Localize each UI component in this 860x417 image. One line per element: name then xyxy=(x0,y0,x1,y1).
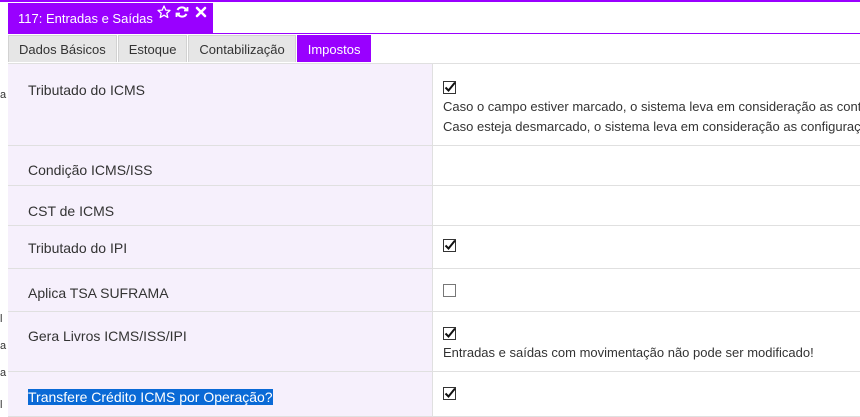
field-label-cell: Tributado do IPI xyxy=(8,226,433,268)
field-value-cell xyxy=(433,372,860,416)
form-row-gera-livros: Gera Livros ICMS/ISS/IPI Entradas e saíd… xyxy=(8,312,860,372)
cst-icms-value[interactable] xyxy=(433,186,860,225)
field-description: Entradas e saídas com movimentação não p… xyxy=(443,345,814,360)
field-label-cell: Gera Livros ICMS/ISS/IPI xyxy=(8,312,433,371)
field-label: Condição ICMS/ISS xyxy=(28,162,153,178)
edge-fragment: a xyxy=(0,340,7,352)
field-description: Caso esteja desmarcado, o sistema leva e… xyxy=(443,119,860,134)
form-row-condicao-icms-iss: Condição ICMS/ISS xyxy=(8,146,860,186)
close-icon[interactable] xyxy=(194,5,208,19)
field-label: CST de ICMS xyxy=(28,203,115,219)
tab-impostos[interactable]: Impostos xyxy=(296,35,372,62)
field-label: Tributado do ICMS xyxy=(28,82,145,98)
field-label-selected: Transfere Crédito ICMS por Operação? xyxy=(28,389,273,405)
taxes-form-grid: Tributado do ICMS Caso o campo estiver m… xyxy=(8,63,860,417)
field-label-cell: Transfere Crédito ICMS por Operação? xyxy=(8,372,433,416)
condicao-icms-iss-value[interactable] xyxy=(433,146,860,185)
field-value-cell xyxy=(433,226,860,268)
edge-fragment: l xyxy=(0,399,3,411)
tab-strip-line xyxy=(8,33,860,34)
field-label: Tributado do IPI xyxy=(28,240,128,256)
window-tab[interactable]: 117: Entradas e Saídas xyxy=(8,3,213,33)
field-value-cell: Caso o campo estiver marcado, o sistema … xyxy=(433,64,860,145)
tab-bar: Dados Básicos Estoque Contabilização Imp… xyxy=(8,35,372,62)
field-label-cell: Tributado do ICMS xyxy=(8,64,433,145)
form-row-cst-icms: CST de ICMS xyxy=(8,186,860,226)
field-value-cell: Entradas e saídas com movimentação não p… xyxy=(433,312,860,371)
tab-contabilizacao[interactable]: Contabilização xyxy=(188,35,296,62)
aplica-tsa-suframa-checkbox[interactable] xyxy=(443,284,456,297)
form-row-tributado-icms: Tributado do ICMS Caso o campo estiver m… xyxy=(8,64,860,146)
tab-dados-basicos[interactable]: Dados Básicos xyxy=(8,35,117,62)
form-row-tributado-ipi: Tributado do IPI xyxy=(8,226,860,269)
field-label: Gera Livros ICMS/ISS/IPI xyxy=(28,328,187,344)
edge-fragment: a xyxy=(0,367,7,379)
window-title: 117: Entradas e Saídas xyxy=(18,11,153,26)
field-value-cell xyxy=(433,269,860,311)
tab-estoque[interactable]: Estoque xyxy=(117,35,188,62)
field-label: Aplica TSA SUFRAMA xyxy=(28,285,169,301)
tributado-ipi-checkbox[interactable] xyxy=(443,239,456,252)
form-row-transfere-credito: Transfere Crédito ICMS por Operação? xyxy=(8,372,860,417)
star-icon[interactable] xyxy=(157,5,171,19)
edge-fragment: a xyxy=(0,89,7,101)
tributado-icms-checkbox[interactable] xyxy=(443,81,456,94)
field-label-cell: Condição ICMS/ISS xyxy=(8,146,433,185)
field-label-cell: CST de ICMS xyxy=(8,186,433,225)
field-label-cell: Aplica TSA SUFRAMA xyxy=(8,269,433,311)
top-accent-line xyxy=(0,0,860,2)
background-panel-edge: a l a a l xyxy=(0,0,7,416)
form-row-aplica-tsa-suframa: Aplica TSA SUFRAMA xyxy=(8,269,860,312)
gera-livros-checkbox[interactable] xyxy=(443,327,456,340)
edge-fragment: l xyxy=(0,313,3,325)
transfere-credito-checkbox[interactable] xyxy=(443,387,456,400)
refresh-icon[interactable] xyxy=(175,5,189,19)
field-description: Caso o campo estiver marcado, o sistema … xyxy=(443,99,860,114)
